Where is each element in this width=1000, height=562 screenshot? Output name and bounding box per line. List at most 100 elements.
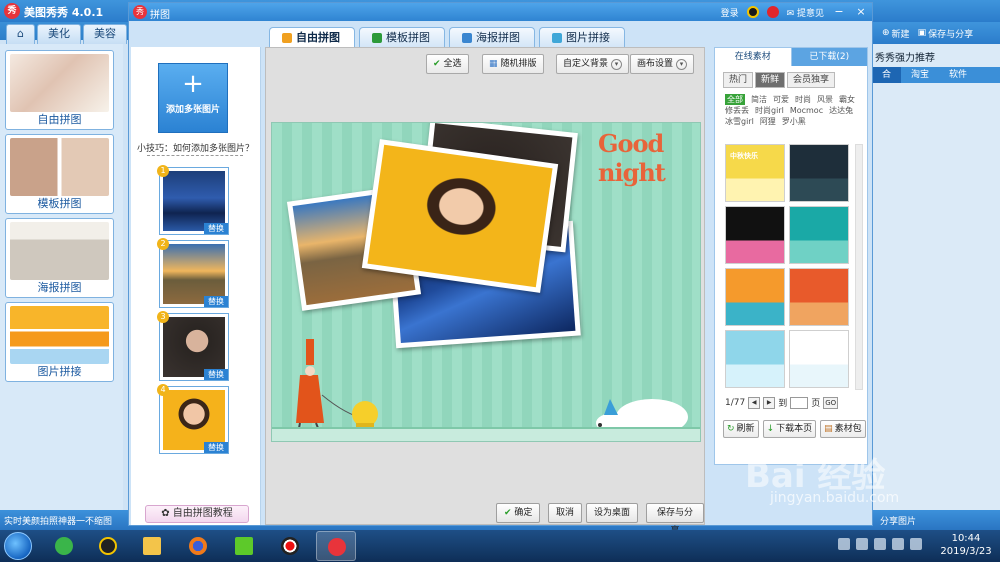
- replace-button[interactable]: 替换: [204, 442, 228, 453]
- home-tab[interactable]: ⌂: [6, 24, 35, 44]
- template-scrollbar[interactable]: [855, 144, 863, 390]
- taskbar-media[interactable]: [224, 531, 264, 561]
- tab-downloaded[interactable]: 已下载(2): [791, 48, 867, 66]
- tab-free-collage[interactable]: 自由拼图: [269, 27, 355, 47]
- good-night-sticker[interactable]: Good night: [598, 129, 700, 187]
- clock-date: 2019/3/23: [940, 546, 992, 557]
- collage-canvas[interactable]: Good night: [271, 122, 701, 442]
- minimize-button[interactable]: −: [832, 5, 846, 19]
- material-tag[interactable]: 时尚: [795, 94, 811, 105]
- sidebar-item-poster-collage[interactable]: 海报拼图: [5, 218, 114, 298]
- tab-beautify[interactable]: 美化: [36, 24, 81, 44]
- flag-icon[interactable]: [856, 538, 868, 550]
- taskbar-clock[interactable]: 10:44 2019/3/23: [936, 532, 996, 558]
- material-tag[interactable]: 时尚girl: [755, 105, 784, 116]
- taskbar-meitu[interactable]: [316, 531, 356, 561]
- cancel-button[interactable]: 取消: [548, 503, 583, 523]
- photo-item[interactable]: 1 替换: [157, 165, 229, 235]
- template-thumbnail[interactable]: [789, 268, 849, 326]
- save-share-button[interactable]: 保存与分享: [646, 503, 704, 536]
- keyboard-icon[interactable]: [838, 538, 850, 550]
- set-wallpaper-button[interactable]: 设为桌面: [586, 503, 639, 523]
- canvas-settings-dropdown[interactable]: 画布设置 ▾: [630, 54, 695, 74]
- replace-button[interactable]: 替换: [204, 296, 228, 307]
- template-thumbnail[interactable]: [725, 330, 785, 388]
- random-layout-button[interactable]: ▦ 随机排版: [482, 54, 544, 74]
- baidu-watermark-url: jingyan.baidu.com: [770, 490, 900, 506]
- home-icon: ⌂: [17, 27, 24, 40]
- replace-button[interactable]: 替换: [204, 223, 228, 234]
- tab-taobao[interactable]: 淘宝: [901, 67, 939, 83]
- start-button[interactable]: [4, 532, 32, 560]
- photo-item[interactable]: 4 替换: [157, 384, 229, 454]
- sidebar-item-image-stitch[interactable]: 图片拼接: [5, 302, 114, 382]
- tab-template-collage[interactable]: 模板拼图: [359, 27, 445, 47]
- material-pack-button[interactable]: ▤ 素材包: [820, 420, 866, 438]
- volume-icon[interactable]: [910, 538, 922, 550]
- save-share-button[interactable]: ▣ 保存与分享: [918, 27, 974, 40]
- photo-number-badge: 1: [157, 165, 169, 177]
- tip-link[interactable]: 小技巧：如何添加多张图片？: [137, 141, 254, 154]
- tab-beauty[interactable]: 美容: [82, 24, 127, 44]
- confirm-button[interactable]: ✔ 确定: [496, 503, 541, 523]
- material-tag[interactable]: 修丢丢: [725, 105, 749, 116]
- weibo-icon[interactable]: [766, 6, 779, 18]
- folder-icon: [143, 537, 161, 555]
- taskbar-qq[interactable]: [88, 531, 128, 561]
- taskbar-firefox[interactable]: [178, 531, 218, 561]
- tab-recommend-1[interactable]: 合: [872, 67, 902, 83]
- template-thumbnail[interactable]: [725, 206, 785, 264]
- battery-icon[interactable]: [874, 538, 886, 550]
- photo-item[interactable]: 3 替换: [157, 311, 229, 381]
- qq-icon[interactable]: [746, 6, 759, 18]
- material-tag[interactable]: 简洁: [751, 94, 767, 105]
- photo-item[interactable]: 2 替换: [157, 238, 229, 308]
- next-page-button[interactable]: ▶: [763, 396, 776, 409]
- material-tag[interactable]: 罗小黑: [782, 116, 806, 127]
- sidebar-item-template-collage[interactable]: 模板拼图: [5, 134, 114, 214]
- material-tag[interactable]: 达达兔: [829, 105, 853, 116]
- network-icon[interactable]: [892, 538, 904, 550]
- feedback-link[interactable]: ✉ 提意见: [787, 6, 824, 19]
- image-stitch-icon: [552, 32, 562, 43]
- share-photo-link[interactable]: 分享图片: [880, 514, 916, 527]
- replace-button[interactable]: 替换: [204, 369, 228, 380]
- download-page-button[interactable]: ↓ 下载本页: [762, 420, 817, 438]
- tab-online-material[interactable]: 在线素材: [715, 48, 792, 66]
- login-link[interactable]: 登录: [721, 6, 739, 19]
- collage-photo-portrait-yellow[interactable]: [361, 139, 559, 293]
- subtab-fresh[interactable]: 新鲜: [755, 72, 786, 88]
- taskbar-recorder[interactable]: [270, 531, 310, 561]
- template-thumbnail[interactable]: [789, 144, 849, 202]
- go-button[interactable]: GO: [823, 396, 839, 409]
- material-tag[interactable]: 冰雪girl: [725, 116, 754, 127]
- material-tag[interactable]: 全部: [725, 94, 745, 105]
- template-pager: 1/77 ◀ ▶ 到 页 GO: [725, 396, 839, 409]
- taskbar-explorer[interactable]: [132, 531, 172, 561]
- subtab-vip[interactable]: 会员独享: [787, 72, 836, 88]
- prev-page-button[interactable]: ◀: [748, 396, 761, 409]
- close-button[interactable]: ×: [854, 5, 868, 19]
- sidebar-item-free-collage[interactable]: 自由拼图: [5, 50, 114, 130]
- template-thumbnail[interactable]: [725, 268, 785, 326]
- new-button[interactable]: ⊕ 新建: [882, 27, 910, 40]
- tab-poster-collage[interactable]: 海报拼图: [449, 27, 535, 47]
- refresh-button[interactable]: ↻ 刷新: [723, 420, 759, 438]
- material-tag[interactable]: Mocmoc: [790, 105, 823, 116]
- subtab-hot[interactable]: 热门: [723, 72, 754, 88]
- material-tag[interactable]: 阿狸: [760, 116, 776, 127]
- taskbar-app-1[interactable]: [44, 531, 84, 561]
- template-thumbnail[interactable]: [789, 330, 849, 388]
- material-tag[interactable]: 霸女: [839, 94, 855, 105]
- tab-software[interactable]: 软件: [939, 67, 977, 83]
- template-thumbnail[interactable]: [789, 206, 849, 264]
- tutorial-button[interactable]: ✿ 自由拼图教程: [145, 505, 249, 523]
- material-tag[interactable]: 可爱: [773, 94, 789, 105]
- material-tag[interactable]: 风景: [817, 94, 833, 105]
- template-thumbnail[interactable]: 中秋快乐: [725, 144, 785, 202]
- page-number-input[interactable]: [790, 396, 809, 409]
- custom-background-dropdown[interactable]: 自定义背景 ▾: [556, 54, 630, 74]
- select-all-button[interactable]: ✔ 全选: [426, 54, 469, 74]
- tab-image-stitch[interactable]: 图片拼接: [539, 27, 625, 47]
- add-images-button[interactable]: + 添加多张图片: [158, 63, 228, 133]
